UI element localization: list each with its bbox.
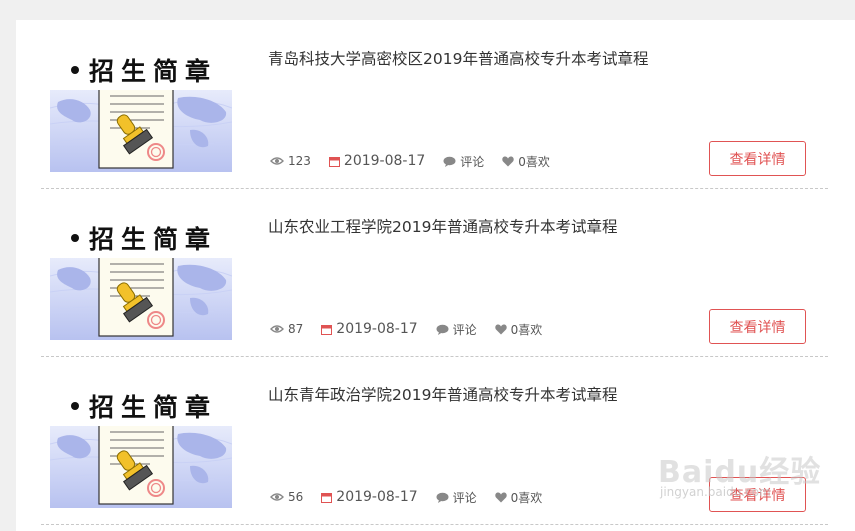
- thumbnail-banner: 招生简章: [50, 386, 232, 426]
- view-details-button[interactable]: 查看详情: [709, 477, 806, 512]
- publish-date: 2019-08-17: [336, 489, 418, 505]
- publish-date: 2019-08-17: [336, 321, 418, 337]
- thumbnail-banner: 招生简章: [50, 218, 232, 258]
- item-meta: 87 2019-08-17 评论 0喜欢: [270, 319, 560, 339]
- list-item: 招生简章: [41, 20, 828, 189]
- comment-link[interactable]: 评论: [436, 489, 477, 506]
- item-title[interactable]: 山东青年政治学院2019年普通高校专升本考试章程: [268, 383, 617, 405]
- speech-bubble-icon: [436, 492, 449, 503]
- item-title[interactable]: 青岛科技大学高密校区2019年普通高校专升本考试章程: [268, 47, 648, 69]
- comment-label: 评论: [460, 154, 485, 169]
- item-meta: 123 2019-08-17 评论 0喜欢: [270, 151, 568, 171]
- article-list: 招生简章 青岛科技大学高密校区2019年普通高校专升本考试章程 123 2019…: [16, 20, 855, 531]
- thumbnail-banner-text: 招生简章: [89, 225, 218, 254]
- list-item: 招生简章: [41, 356, 828, 525]
- thumbnail-banner-text: 招生简章: [89, 57, 218, 86]
- comment-label: 评论: [452, 322, 477, 337]
- view-details-button[interactable]: 查看详情: [709, 309, 806, 344]
- views-stat: 56: [270, 490, 303, 504]
- view-details-button[interactable]: 查看详情: [709, 141, 806, 176]
- thumbnail-banner: 招生简章: [50, 50, 232, 90]
- heart-icon: [494, 324, 507, 334]
- thumbnail-image[interactable]: 招生简章: [50, 386, 232, 508]
- comment-label: 评论: [452, 490, 477, 505]
- views-count: 87: [288, 322, 304, 336]
- eye-icon: [270, 157, 284, 165]
- comment-link[interactable]: 评论: [436, 321, 477, 338]
- item-title[interactable]: 山东农业工程学院2019年普通高校专升本考试章程: [268, 215, 617, 237]
- eye-icon: [270, 493, 284, 501]
- like-link[interactable]: 0喜欢: [502, 153, 550, 170]
- likes-label: 0喜欢: [510, 490, 543, 505]
- views-stat: 87: [270, 322, 303, 336]
- thumbnail-banner-text: 招生简章: [89, 393, 218, 422]
- likes-label: 0喜欢: [510, 322, 543, 337]
- heart-icon: [494, 492, 507, 502]
- item-meta: 56 2019-08-17 评论 0喜欢: [270, 487, 560, 507]
- speech-bubble-icon: [443, 156, 456, 167]
- views-count: 56: [288, 490, 304, 504]
- calendar-icon: [328, 156, 340, 167]
- comment-link[interactable]: 评论: [443, 153, 484, 170]
- document-stamp-illustration: [50, 258, 232, 340]
- likes-label: 0喜欢: [518, 154, 550, 169]
- document-stamp-illustration: [50, 90, 232, 172]
- speech-bubble-icon: [436, 324, 449, 335]
- bullet-dot: [71, 234, 79, 242]
- like-link[interactable]: 0喜欢: [494, 321, 543, 338]
- date-stat: 2019-08-17: [321, 321, 418, 337]
- document-stamp-illustration: [50, 426, 232, 508]
- bullet-dot: [71, 402, 79, 410]
- eye-icon: [270, 325, 284, 333]
- date-stat: 2019-08-17: [321, 489, 418, 505]
- date-stat: 2019-08-17: [328, 153, 426, 169]
- thumbnail-image[interactable]: 招生简章: [50, 218, 232, 340]
- calendar-icon: [321, 492, 333, 503]
- views-stat: 123: [270, 154, 311, 168]
- publish-date: 2019-08-17: [343, 153, 426, 169]
- views-count: 123: [288, 154, 311, 168]
- list-item: 招生简章: [41, 188, 828, 357]
- heart-icon: [502, 156, 515, 166]
- thumbnail-image[interactable]: 招生简章: [50, 50, 232, 172]
- calendar-icon: [321, 324, 333, 335]
- bullet-dot: [71, 66, 79, 74]
- like-link[interactable]: 0喜欢: [494, 489, 543, 506]
